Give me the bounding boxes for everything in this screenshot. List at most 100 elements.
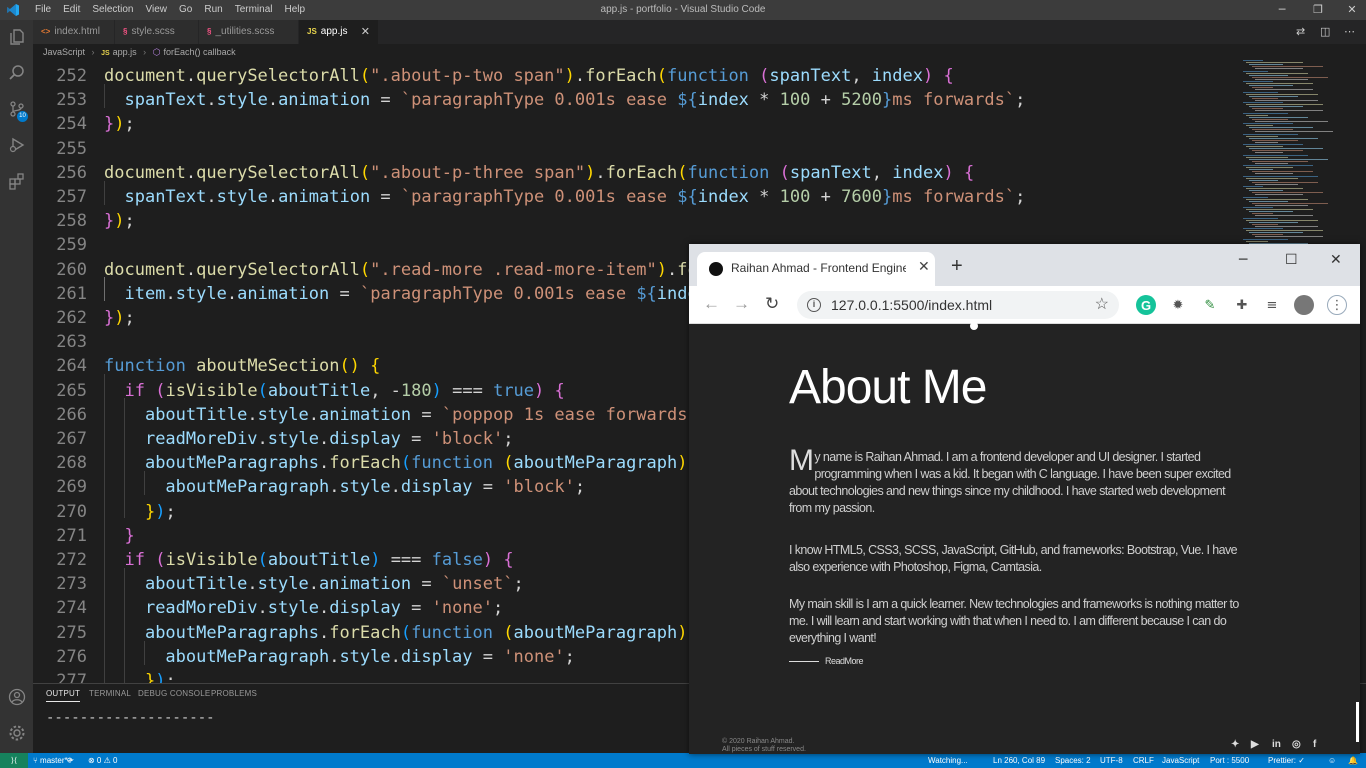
code-text: });	[104, 114, 135, 135]
media-playlist-icon[interactable]: ≡	[1262, 295, 1282, 315]
indentation-status[interactable]: Spaces: 2	[1055, 753, 1091, 768]
encoding-status[interactable]: UTF-8	[1100, 753, 1123, 768]
forward-icon[interactable]: →	[733, 294, 750, 314]
instagram-icon[interactable]: ◎	[1292, 739, 1301, 750]
twitter-icon[interactable]: ✦	[1231, 739, 1239, 750]
tab-app-js[interactable]: JS app.js ✕	[299, 20, 379, 44]
browser-maximize-button[interactable]: ☐	[1285, 252, 1298, 268]
open-changes-icon[interactable]: ⇄	[1296, 20, 1305, 44]
menu-run[interactable]: Run	[198, 0, 228, 20]
new-tab-button[interactable]: +	[951, 255, 963, 278]
page-scroll-indicator	[1356, 702, 1359, 742]
menu-edit[interactable]: Edit	[57, 0, 86, 20]
accounts-button[interactable]	[0, 680, 33, 714]
menu-file[interactable]: File	[29, 0, 57, 20]
tab-terminal[interactable]: TERMINAL	[89, 689, 131, 698]
menu-go[interactable]: Go	[173, 0, 198, 20]
read-more-link[interactable]: ReadMore	[789, 656, 864, 666]
line-number: 265	[56, 380, 87, 401]
minimap-line	[1252, 223, 1278, 225]
nav-dot[interactable]	[970, 322, 978, 330]
youtube-icon[interactable]: ▶	[1251, 739, 1259, 750]
split-editor-icon[interactable]: ◫	[1320, 20, 1330, 44]
avatar[interactable]	[1294, 295, 1314, 315]
prettier-status[interactable]: Prettier: ✓	[1268, 753, 1305, 768]
manage-button[interactable]	[0, 716, 33, 750]
minimap-line	[1255, 162, 1288, 164]
minimap-line	[1249, 106, 1303, 108]
source-control-button[interactable]: 10	[0, 92, 33, 126]
line-number: 253	[56, 90, 87, 111]
tab-style-scss[interactable]: § style.scss	[115, 20, 199, 44]
close-tab-icon[interactable]: ✕	[361, 20, 370, 44]
grammarly-icon[interactable]: G	[1136, 295, 1156, 315]
code-line[interactable]: 258});	[33, 209, 1243, 233]
tab-label: style.scss	[131, 26, 175, 37]
puzzle-icon[interactable]: ✚	[1232, 295, 1252, 315]
menu-terminal[interactable]: Terminal	[229, 0, 279, 20]
tab-utilities-scss[interactable]: § _utilities.scss	[199, 20, 299, 44]
code-line[interactable]: 255	[33, 137, 1243, 161]
run-debug-button[interactable]	[0, 128, 33, 162]
minimap-line	[1249, 127, 1313, 129]
cursor-position[interactable]: Ln 260, Col 89	[993, 753, 1045, 768]
close-window-button[interactable]: ✕	[1334, 0, 1366, 20]
activity-bar: 10	[0, 20, 33, 753]
minimap-line	[1246, 104, 1323, 106]
address-bar[interactable]: i 127.0.0.1:5500/index.html ☆	[797, 291, 1119, 319]
remote-indicator[interactable]: ⟩⟨	[0, 753, 28, 768]
tab-output[interactable]: OUTPUT	[46, 689, 81, 702]
minimap[interactable]	[1243, 60, 1351, 250]
breadcrumb-file[interactable]: app.js	[113, 47, 137, 57]
more-actions-icon[interactable]: ⋯	[1344, 20, 1355, 44]
minimap-line	[1249, 211, 1293, 213]
extensions-button[interactable]	[0, 164, 33, 198]
explorer-button[interactable]	[0, 20, 33, 54]
tab-debug-console[interactable]: DEBUG CONSOLE	[138, 689, 210, 698]
watching-status[interactable]: Watching...	[928, 753, 968, 768]
linkedin-icon[interactable]: in	[1272, 739, 1281, 750]
js-file-icon: JS	[307, 27, 317, 36]
minimize-button[interactable]: ─	[1264, 0, 1300, 20]
minimap-line	[1255, 152, 1283, 154]
menu-selection[interactable]: Selection	[86, 0, 139, 20]
code-line[interactable]: 257 spanText.style.animation = `paragrap…	[33, 185, 1243, 209]
title-bar: File Edit Selection View Go Run Terminal…	[0, 0, 1366, 20]
notifications-icon[interactable]: 🔔	[1348, 753, 1358, 768]
line-number: 264	[56, 356, 87, 377]
language-mode[interactable]: JavaScript	[1162, 753, 1199, 768]
paragraph-text: y name is Raihan Ahmad. I am a frontend …	[789, 450, 1231, 515]
minimap-line	[1243, 102, 1283, 103]
restore-button[interactable]: ❐	[1300, 0, 1336, 20]
browser-tab[interactable]: Raihan Ahmad - Frontend Engineer ✕	[697, 252, 935, 286]
eol-status[interactable]: CRLF	[1133, 753, 1154, 768]
minimap-line	[1252, 118, 1288, 120]
reload-icon[interactable]: ↻	[765, 294, 779, 314]
code-line[interactable]: 254});	[33, 112, 1243, 136]
back-icon[interactable]: ←	[703, 294, 720, 314]
browser-close-button[interactable]: ✕	[1330, 252, 1342, 268]
tab-index-html[interactable]: <> index.html	[33, 20, 115, 44]
chevron-right-icon: ›	[143, 47, 147, 57]
tab-problems[interactable]: PROBLEMS	[211, 689, 257, 698]
breadcrumb-symbol[interactable]: forEach() callback	[164, 47, 236, 57]
live-server-port[interactable]: Port : 5500	[1210, 753, 1249, 768]
minimap-line	[1243, 154, 1308, 156]
search-view-button[interactable]	[0, 56, 33, 90]
more-vert-icon[interactable]: ⋮	[1327, 295, 1347, 315]
browser-minimize-button[interactable]: ─	[1239, 252, 1247, 268]
feedback-icon[interactable]: ☺	[1328, 753, 1336, 768]
sync-icon[interactable]: ⟳	[67, 753, 74, 768]
menu-view[interactable]: View	[140, 0, 174, 20]
close-tab-icon[interactable]: ✕	[918, 258, 930, 275]
facebook-icon[interactable]: f	[1313, 739, 1316, 750]
bug-icon[interactable]: ✹	[1168, 295, 1188, 315]
problems-status[interactable]: ⊗ 0 ⚠ 0	[88, 753, 117, 768]
menu-help[interactable]: Help	[279, 0, 312, 20]
bookmark-star-icon[interactable]: ☆	[1095, 291, 1109, 319]
code-line[interactable]: 252 document.querySelectorAll(".about-p-t…	[33, 64, 1243, 88]
breadcrumb-language[interactable]: JavaScript	[43, 47, 85, 57]
code-line[interactable]: 253 spanText.style.animation = `paragrap…	[33, 88, 1243, 112]
code-line[interactable]: 256 document.querySelectorAll(".about-p-t…	[33, 161, 1243, 185]
eyedropper-icon[interactable]: ✎	[1200, 295, 1220, 315]
